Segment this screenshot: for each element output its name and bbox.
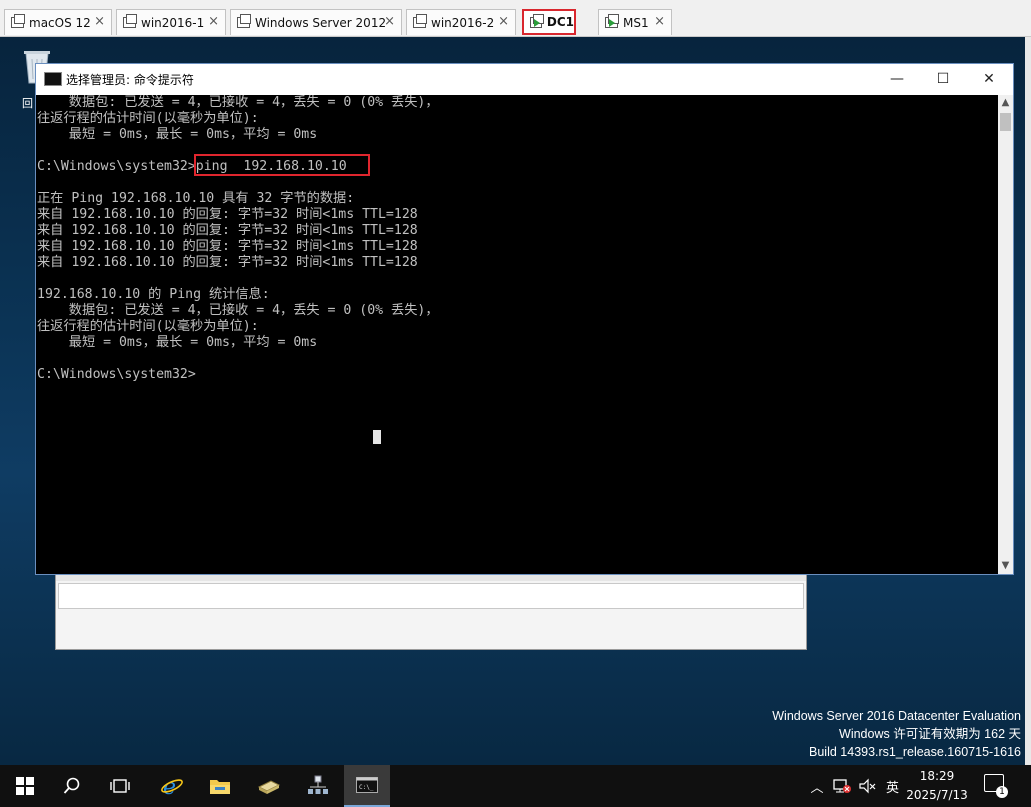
- tab-label: DC1: [546, 15, 574, 29]
- network-status-icon[interactable]: [832, 778, 852, 794]
- console-line: 来自 192.168.10.10 的回复: 字节=32 时间<1ms TTL=1…: [37, 223, 418, 238]
- window-titlebar[interactable]: 选择管理员: 命令提示符 — ☐ ✕: [36, 64, 1013, 95]
- window-title: 选择管理员: 命令提示符: [66, 73, 194, 87]
- clock-time: 18:29: [919, 769, 955, 783]
- vertical-scrollbar[interactable]: ▲ ▼: [998, 95, 1013, 574]
- minimize-button[interactable]: —: [874, 64, 920, 95]
- watermark-edition: Windows Server 2016 Datacenter Evaluatio…: [772, 709, 1021, 723]
- volume-muted-icon[interactable]: [858, 778, 878, 794]
- console-line: 数据包: 已发送 = 4，已接收 = 4，丢失 = 0 (0% 丢失)，: [37, 95, 439, 110]
- ping-command-highlight: [194, 154, 370, 176]
- text-cursor: [373, 430, 381, 444]
- vm-icon: [413, 14, 427, 28]
- tab-close-icon[interactable]: ×: [208, 14, 219, 29]
- console-line: C:\Windows\system32>: [37, 367, 196, 382]
- tab-macos12[interactable]: macOS 12 ×: [4, 9, 112, 35]
- internet-explorer-icon: e: [161, 775, 183, 798]
- console-line: 来自 192.168.10.10 的回复: 字节=32 时间<1ms TTL=1…: [37, 239, 418, 254]
- cmd-icon: C:\_: [356, 777, 378, 793]
- system-clock[interactable]: 18:29 2025/7/13: [897, 767, 977, 805]
- vm-icon: [123, 14, 137, 28]
- console-output[interactable]: 数据包: 已发送 = 4，已接收 = 4，丢失 = 0 (0% 丢失)， 往返行程…: [36, 95, 998, 574]
- console-line: 数据包: 已发送 = 4，已接收 = 4，丢失 = 0 (0% 丢失)，: [37, 303, 439, 318]
- system-tray: ︿ 英: [806, 765, 899, 807]
- tab-close-icon[interactable]: ×: [654, 14, 665, 29]
- tab-label: MS1: [623, 15, 649, 30]
- console-line: 最短 = 0ms，最长 = 0ms，平均 = 0ms: [37, 335, 318, 350]
- vm-running-icon: [530, 13, 544, 28]
- close-button[interactable]: ✕: [966, 64, 1012, 95]
- console-text: 数据包: 已发送 = 4，已接收 = 4，丢失 = 0 (0% 丢失)， 往返行程…: [37, 95, 439, 383]
- background-explorer-window: [55, 568, 807, 650]
- tab-label: Windows Server 2012: [255, 15, 387, 30]
- network-tree-icon: [308, 775, 328, 794]
- console-line: 往返行程的估计时间(以毫秒为单位):: [37, 319, 259, 334]
- svg-text:C:\_: C:\_: [359, 784, 374, 791]
- tab-close-icon[interactable]: ×: [498, 14, 509, 29]
- background-status-bar: [58, 583, 804, 609]
- maximize-button[interactable]: ☐: [920, 64, 966, 95]
- recycle-bin-label: 回: [22, 97, 33, 110]
- scroll-thumb[interactable]: [1000, 113, 1011, 131]
- tab-label: win2016-1: [141, 15, 205, 30]
- tab-close-icon[interactable]: ×: [94, 14, 105, 29]
- tab-label: win2016-2: [431, 15, 495, 30]
- console-line: 正在 Ping 192.168.10.10 具有 32 字节的数据:: [37, 191, 355, 206]
- start-button[interactable]: [2, 765, 48, 807]
- notification-count-badge: 1: [996, 786, 1008, 798]
- os-watermark: Windows Server 2016 Datacenter Evaluatio…: [772, 707, 1021, 761]
- tab-ms1[interactable]: MS1 ×: [598, 9, 672, 35]
- tab-label: macOS 12: [29, 15, 91, 30]
- folder-icon: [210, 780, 230, 794]
- network-app-button[interactable]: [295, 765, 341, 807]
- vm-tab-bar: macOS 12 × win2016-1 × Windows Server 20…: [0, 0, 1031, 37]
- background-window-edge: [1025, 37, 1031, 765]
- watermark-build: Build 14393.rs1_release.160715-1616: [809, 745, 1021, 759]
- windows-logo-icon: [16, 777, 34, 795]
- vm-icon: [237, 14, 251, 28]
- console-line: 最短 = 0ms，最长 = 0ms，平均 = 0ms: [37, 127, 318, 142]
- vm-running-icon: [605, 14, 619, 28]
- watermark-license: Windows 许可证有效期为 162 天: [839, 727, 1021, 741]
- cmd-icon: [44, 72, 62, 86]
- clock-date: 2025/7/13: [906, 788, 968, 802]
- console-line: 来自 192.168.10.10 的回复: 字节=32 时间<1ms TTL=1…: [37, 207, 418, 222]
- console-line: 往返行程的估计时间(以毫秒为单位):: [37, 111, 259, 126]
- tab-dc1[interactable]: DC1: [522, 9, 576, 35]
- scroll-down-icon[interactable]: ▼: [998, 558, 1013, 574]
- search-icon: [63, 777, 80, 794]
- file-explorer-button[interactable]: [197, 765, 243, 807]
- internet-explorer-button[interactable]: e: [149, 765, 195, 807]
- tab-windows-server-2012[interactable]: Windows Server 2012 ×: [230, 9, 402, 35]
- server-manager-icon: [257, 780, 281, 794]
- desktop: 回 选择管理员: 命令提示符 — ☐ ✕ 数据包: 已发送 = 4，已接收 = …: [0, 37, 1031, 765]
- tab-close-icon[interactable]: ×: [384, 14, 395, 29]
- command-prompt-taskbar-button[interactable]: C:\_: [344, 765, 390, 807]
- scroll-up-icon[interactable]: ▲: [998, 95, 1013, 111]
- tab-win2016-1[interactable]: win2016-1 ×: [116, 9, 226, 35]
- task-view-icon: [110, 779, 130, 793]
- vm-icon: [11, 14, 25, 28]
- show-hidden-icons-chevron-icon[interactable]: ︿: [806, 777, 828, 796]
- taskbar: e C:\_ ︿ 英 18:29 2025/7/13 1: [0, 765, 1031, 807]
- console-line: 来自 192.168.10.10 的回复: 字节=32 时间<1ms TTL=1…: [37, 255, 418, 270]
- search-button[interactable]: [49, 765, 95, 807]
- command-prompt-window[interactable]: 选择管理员: 命令提示符 — ☐ ✕ 数据包: 已发送 = 4，已接收 = 4，…: [35, 63, 1014, 575]
- tab-win2016-2[interactable]: win2016-2 ×: [406, 9, 516, 35]
- console-line: 192.168.10.10 的 Ping 统计信息:: [37, 287, 270, 302]
- task-view-button[interactable]: [97, 765, 143, 807]
- server-manager-button[interactable]: [246, 765, 292, 807]
